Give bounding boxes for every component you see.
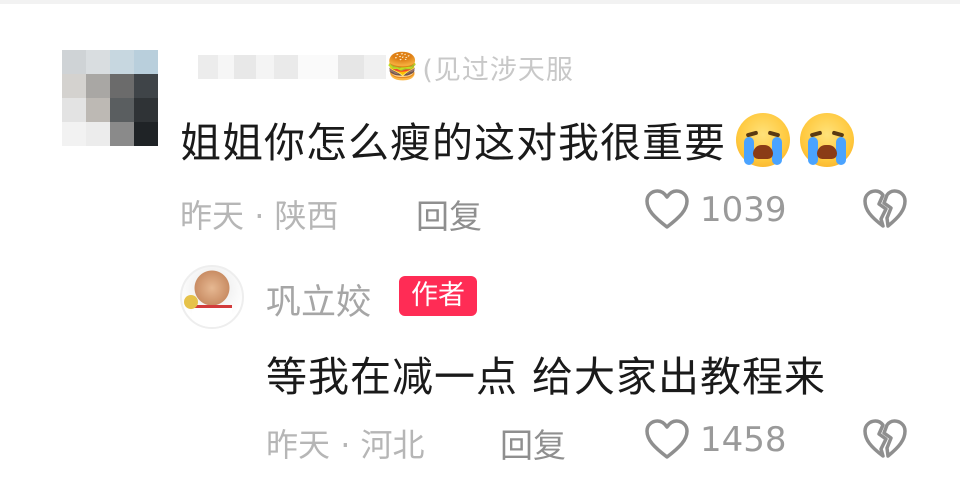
- avatar-medal: [184, 295, 198, 309]
- meta-separator: ·: [340, 426, 351, 464]
- comment-time: 昨天: [180, 197, 245, 235]
- loudly-crying-face-icon: [736, 113, 790, 167]
- dislike-button[interactable]: [862, 418, 908, 464]
- like-button[interactable]: [644, 418, 690, 464]
- blurred-name-block: [218, 55, 234, 79]
- broken-heart-icon: [863, 419, 907, 458]
- comment-text: 姐姐你怎么瘦的这对我很重要: [180, 109, 854, 169]
- reply-text: 等我在减一点 给大家出教程来: [266, 353, 827, 401]
- reply-button[interactable]: 回复: [416, 190, 482, 238]
- avatar-shirt: [192, 305, 232, 327]
- author-name[interactable]: 巩立姣: [266, 274, 371, 325]
- meta-separator: ·: [254, 197, 265, 235]
- comment-meta: 昨天 · 陕西: [180, 191, 339, 237]
- hamburger-icon: 🍔: [386, 52, 419, 82]
- comment-location: 陕西: [274, 197, 339, 235]
- reply-button[interactable]: 回复: [500, 419, 566, 467]
- username-suffix: (见过涉天服: [422, 54, 574, 86]
- dislike-button[interactable]: [862, 188, 908, 234]
- blurred-name-block: [234, 55, 256, 79]
- like-count: 1458: [700, 420, 787, 460]
- comment-body: 姐姐你怎么瘦的这对我很重要: [180, 119, 726, 167]
- heart-icon: [645, 189, 689, 229]
- like-count: 1039: [700, 190, 787, 230]
- blurred-name-block: [338, 55, 364, 79]
- blurred-name-block: [274, 55, 298, 79]
- broken-heart-icon: [863, 189, 907, 228]
- blurred-name-block: [198, 55, 218, 79]
- heart-icon: [645, 419, 689, 459]
- commenter-avatar[interactable]: [62, 50, 158, 146]
- reply-location: 河北: [360, 426, 425, 464]
- reply-time: 昨天: [266, 426, 331, 464]
- blurred-name-block: [364, 55, 386, 79]
- top-divider: [0, 0, 960, 4]
- blurred-name-block: [298, 55, 338, 79]
- blurred-name-block: [256, 55, 274, 79]
- reply-meta: 昨天 · 河北: [266, 420, 425, 466]
- commenter-username[interactable]: 🍔 (见过涉天服: [198, 52, 574, 86]
- loudly-crying-face-icon: [800, 113, 854, 167]
- like-button[interactable]: [644, 188, 690, 234]
- author-avatar[interactable]: [180, 265, 244, 329]
- author-badge: 作者: [399, 276, 477, 316]
